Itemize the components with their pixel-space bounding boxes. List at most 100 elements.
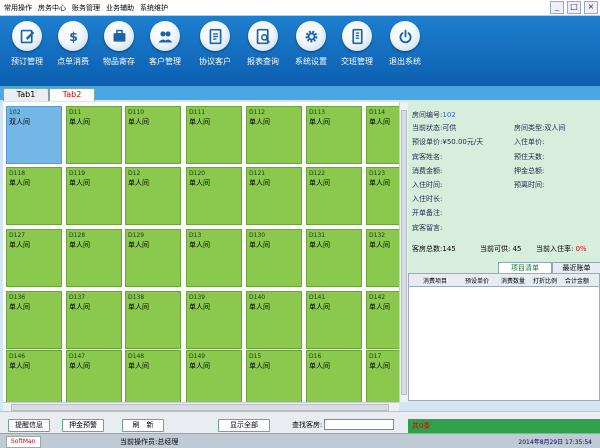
status-row: 当前状态:可供 bbox=[412, 123, 456, 133]
room-tile[interactable]: D136 单人间 bbox=[6, 291, 62, 349]
room-type: 单人间 bbox=[128, 179, 149, 187]
room-tile[interactable]: D129 单人间 bbox=[125, 229, 181, 287]
room-tile[interactable]: D141 单人间 bbox=[306, 291, 362, 349]
available-value: 45 bbox=[512, 245, 522, 253]
room-tile[interactable]: D111 单人间 bbox=[186, 106, 242, 164]
room-tile[interactable]: D147 单人间 bbox=[66, 350, 122, 402]
room-type: 单人间 bbox=[9, 179, 30, 187]
close-button[interactable]: × bbox=[584, 1, 598, 14]
room-number: D11 bbox=[69, 109, 82, 116]
horizontal-scroll-thumb[interactable] bbox=[11, 404, 389, 411]
storage-button[interactable]: 物品寄存 bbox=[96, 19, 142, 85]
occupancy-value: 0% bbox=[575, 245, 587, 253]
menu-bar: 常用操作 房务中心 账务管理 业务辅助 系统维护 bbox=[4, 3, 168, 13]
room-tile[interactable]: D128 单人间 bbox=[66, 229, 122, 287]
room-tile[interactable]: D113 单人间 bbox=[306, 106, 362, 164]
menu-accounts[interactable]: 账务管理 bbox=[72, 3, 100, 13]
search-room-label: 查找客房: bbox=[292, 421, 323, 429]
remind-info-button[interactable]: 提醒信息 bbox=[8, 419, 50, 432]
room-number: D119 bbox=[69, 170, 86, 177]
room-number: D114 bbox=[369, 109, 386, 116]
menu-system-maint[interactable]: 系统维护 bbox=[140, 3, 168, 13]
exit-system-button[interactable]: 退出系统 bbox=[382, 19, 428, 85]
vertical-scroll-thumb[interactable] bbox=[401, 110, 407, 395]
room-type: 单人间 bbox=[309, 241, 330, 249]
room-tile[interactable]: 102 双人间 bbox=[6, 106, 62, 164]
maximize-button[interactable]: □ bbox=[567, 1, 581, 14]
checkin-price-label: 入住单价: bbox=[514, 138, 545, 146]
status-operator: 当前操作员:总经理 bbox=[120, 438, 179, 446]
room-tile[interactable]: D132 单人间 bbox=[366, 229, 399, 287]
room-number: D127 bbox=[9, 232, 26, 239]
shift-handover-button[interactable]: 交班管理 bbox=[334, 19, 380, 85]
room-type: 单人间 bbox=[249, 179, 270, 187]
room-type: 单人间 bbox=[128, 303, 149, 311]
room-tile[interactable]: D138 单人间 bbox=[125, 291, 181, 349]
power-icon bbox=[390, 21, 420, 51]
system-settings-button[interactable]: 系统设置 bbox=[288, 19, 334, 85]
room-tile[interactable]: D123 单人间 bbox=[366, 167, 399, 225]
room-no-label: 房间编号: bbox=[412, 111, 443, 119]
room-tile[interactable]: D112 单人间 bbox=[246, 106, 302, 164]
room-tile[interactable]: D110 单人间 bbox=[125, 106, 181, 164]
remark-label: 开单备注: bbox=[412, 209, 443, 217]
agreement-client-button[interactable]: 协议客户 bbox=[192, 19, 238, 85]
tab-2[interactable]: Tab2 bbox=[49, 88, 95, 101]
room-tile[interactable]: D121 单人间 bbox=[246, 167, 302, 225]
search-room-input[interactable] bbox=[324, 419, 394, 430]
tab-1[interactable]: Tab1 bbox=[3, 88, 49, 101]
room-tile[interactable]: D120 单人间 bbox=[186, 167, 242, 225]
order-consume-label: 点单消费 bbox=[57, 57, 89, 66]
room-tile[interactable]: D148 单人间 bbox=[125, 350, 181, 402]
room-type: 单人间 bbox=[189, 179, 210, 187]
room-tile[interactable]: D16 单人间 bbox=[306, 350, 362, 402]
room-tile[interactable]: D15 单人间 bbox=[246, 350, 302, 402]
col-quantity[interactable]: 消费数量 bbox=[501, 276, 525, 285]
minimize-button[interactable]: _ bbox=[550, 1, 564, 14]
col-consume-item[interactable]: 消费项目 bbox=[423, 276, 447, 285]
room-tile[interactable]: D149 单人间 bbox=[186, 350, 242, 402]
room-tile[interactable]: D12 单人间 bbox=[125, 167, 181, 225]
menu-business-aid[interactable]: 业务辅助 bbox=[106, 3, 134, 13]
tab-item-list[interactable]: 项目清单 bbox=[498, 262, 552, 273]
refresh-button[interactable]: 刷 新 bbox=[122, 419, 164, 432]
room-type: 单人间 bbox=[369, 118, 390, 126]
room-tile[interactable]: D140 单人间 bbox=[246, 291, 302, 349]
room-tile[interactable]: D146 单人间 bbox=[6, 350, 62, 402]
stay-duration-label: 入住时长: bbox=[412, 195, 443, 203]
report-search-icon bbox=[248, 21, 278, 51]
room-tile[interactable]: D11 单人间 bbox=[66, 106, 122, 164]
room-tile[interactable]: D114 单人间 bbox=[366, 106, 399, 164]
room-grid: 102 双人间 D11 单人间 D110 单人间 D111 单人间 D112 单人间 D113 单人间… bbox=[3, 102, 399, 402]
room-tile[interactable]: D142 单人间 bbox=[366, 291, 399, 349]
agreement-client-label: 协议客户 bbox=[199, 57, 231, 66]
col-total[interactable]: 合计金额 bbox=[565, 276, 589, 285]
show-all-button[interactable]: 显示全部 bbox=[218, 419, 270, 432]
col-preset-price[interactable]: 预设单价 bbox=[465, 276, 489, 285]
report-query-button[interactable]: 报表查询 bbox=[240, 19, 286, 85]
preset-price-value: ¥50.00元/天 bbox=[442, 138, 484, 146]
room-tile[interactable]: D137 单人间 bbox=[66, 291, 122, 349]
tab-recent-bill[interactable]: 最近账单 bbox=[552, 262, 600, 273]
room-tile[interactable]: D118 单人间 bbox=[6, 167, 62, 225]
room-type: 单人间 bbox=[309, 362, 330, 370]
menu-common-ops[interactable]: 常用操作 bbox=[4, 3, 32, 13]
customer-mgmt-button[interactable]: 客户管理 bbox=[142, 19, 188, 85]
room-tile[interactable]: D13 单人间 bbox=[186, 229, 242, 287]
room-tile[interactable]: D127 单人间 bbox=[6, 229, 62, 287]
room-tile[interactable]: D122 单人间 bbox=[306, 167, 362, 225]
reservation-button[interactable]: 预订管理 bbox=[4, 19, 50, 85]
room-tile[interactable]: D131 单人间 bbox=[306, 229, 362, 287]
room-type: 单人间 bbox=[189, 118, 210, 126]
room-tile[interactable]: D130 单人间 bbox=[246, 229, 302, 287]
customer-mgmt-label: 客户管理 bbox=[149, 57, 181, 66]
menu-housekeeping[interactable]: 房务中心 bbox=[38, 3, 66, 13]
room-grid-vertical-scrollbar[interactable] bbox=[399, 102, 408, 402]
room-tile[interactable]: D139 单人间 bbox=[186, 291, 242, 349]
order-consume-button[interactable]: $ 点单消费 bbox=[50, 19, 96, 85]
room-tile[interactable]: D17 单人间 bbox=[366, 350, 399, 402]
col-discount[interactable]: 打折比例 bbox=[533, 276, 557, 285]
deposit-warning-button[interactable]: 押金预警 bbox=[62, 419, 104, 432]
room-type: 单人间 bbox=[249, 118, 270, 126]
room-tile[interactable]: D119 单人间 bbox=[66, 167, 122, 225]
